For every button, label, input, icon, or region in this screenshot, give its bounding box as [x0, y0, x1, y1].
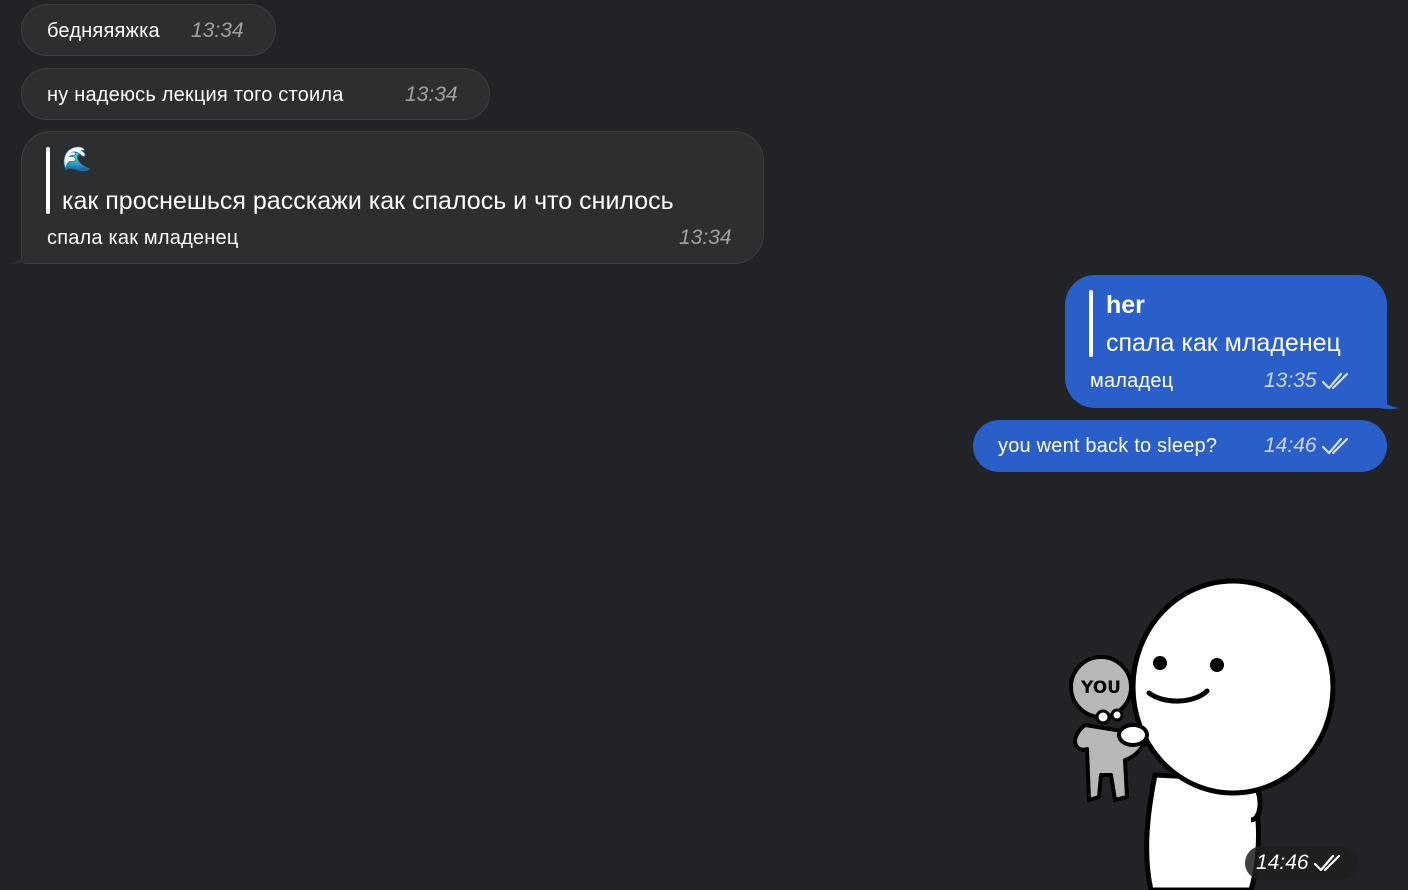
- message-time: 13:34: [679, 226, 732, 249]
- read-checkmarks-icon: [1313, 855, 1340, 872]
- message-time-value: 14:46: [1256, 851, 1309, 874]
- message-text: бедняяяжка: [47, 20, 160, 42]
- incoming-message[interactable]: ну надеюсь лекция того стоила 13:34: [21, 68, 490, 120]
- message-time: 13:34: [405, 83, 458, 106]
- message-text: маладец: [1090, 370, 1174, 392]
- incoming-message[interactable]: бедняяяжка 13:34: [21, 4, 276, 56]
- message-time: 13:34: [191, 19, 244, 42]
- message-text: спала как младенец: [47, 227, 239, 249]
- quoted-author[interactable]: her: [1106, 293, 1145, 318]
- message-time-value: 14:46: [1264, 434, 1317, 457]
- outgoing-message[interactable]: you went back to sleep? 14:46: [973, 420, 1387, 472]
- incoming-reply-message[interactable]: 🌊 как проснешься расскажи как спалось и …: [21, 131, 764, 264]
- quoted-text[interactable]: спала как младенец: [1106, 328, 1341, 358]
- message-text: ну надеюсь лекция того стоила: [47, 84, 344, 106]
- read-checkmarks-icon: [1321, 373, 1348, 390]
- bubble-tail: [9, 238, 31, 264]
- sticker-label: YOU: [1080, 678, 1121, 698]
- quoted-emoji: 🌊: [62, 146, 92, 173]
- sticker-white-character-holding-doll[interactable]: YOU: [1055, 575, 1345, 890]
- read-checkmarks-icon: [1321, 438, 1348, 455]
- quoted-text[interactable]: как проснешься расскажи как спалось и чт…: [62, 186, 674, 216]
- quote-bar: [1089, 290, 1093, 357]
- message-text: you went back to sleep?: [998, 435, 1218, 457]
- sticker-time: 14:46: [1245, 846, 1357, 880]
- message-time: 13:35: [1264, 369, 1353, 393]
- bubble-tail: [1376, 384, 1400, 410]
- chat-view: бедняяяжка 13:34 ну надеюсь лекция того …: [0, 0, 1408, 890]
- message-time-value: 13:35: [1264, 369, 1317, 392]
- message-time: 14:46: [1264, 434, 1353, 458]
- outgoing-reply-message[interactable]: her спала как младенец маладец 13:35: [1065, 275, 1387, 408]
- quote-bar: [46, 147, 50, 214]
